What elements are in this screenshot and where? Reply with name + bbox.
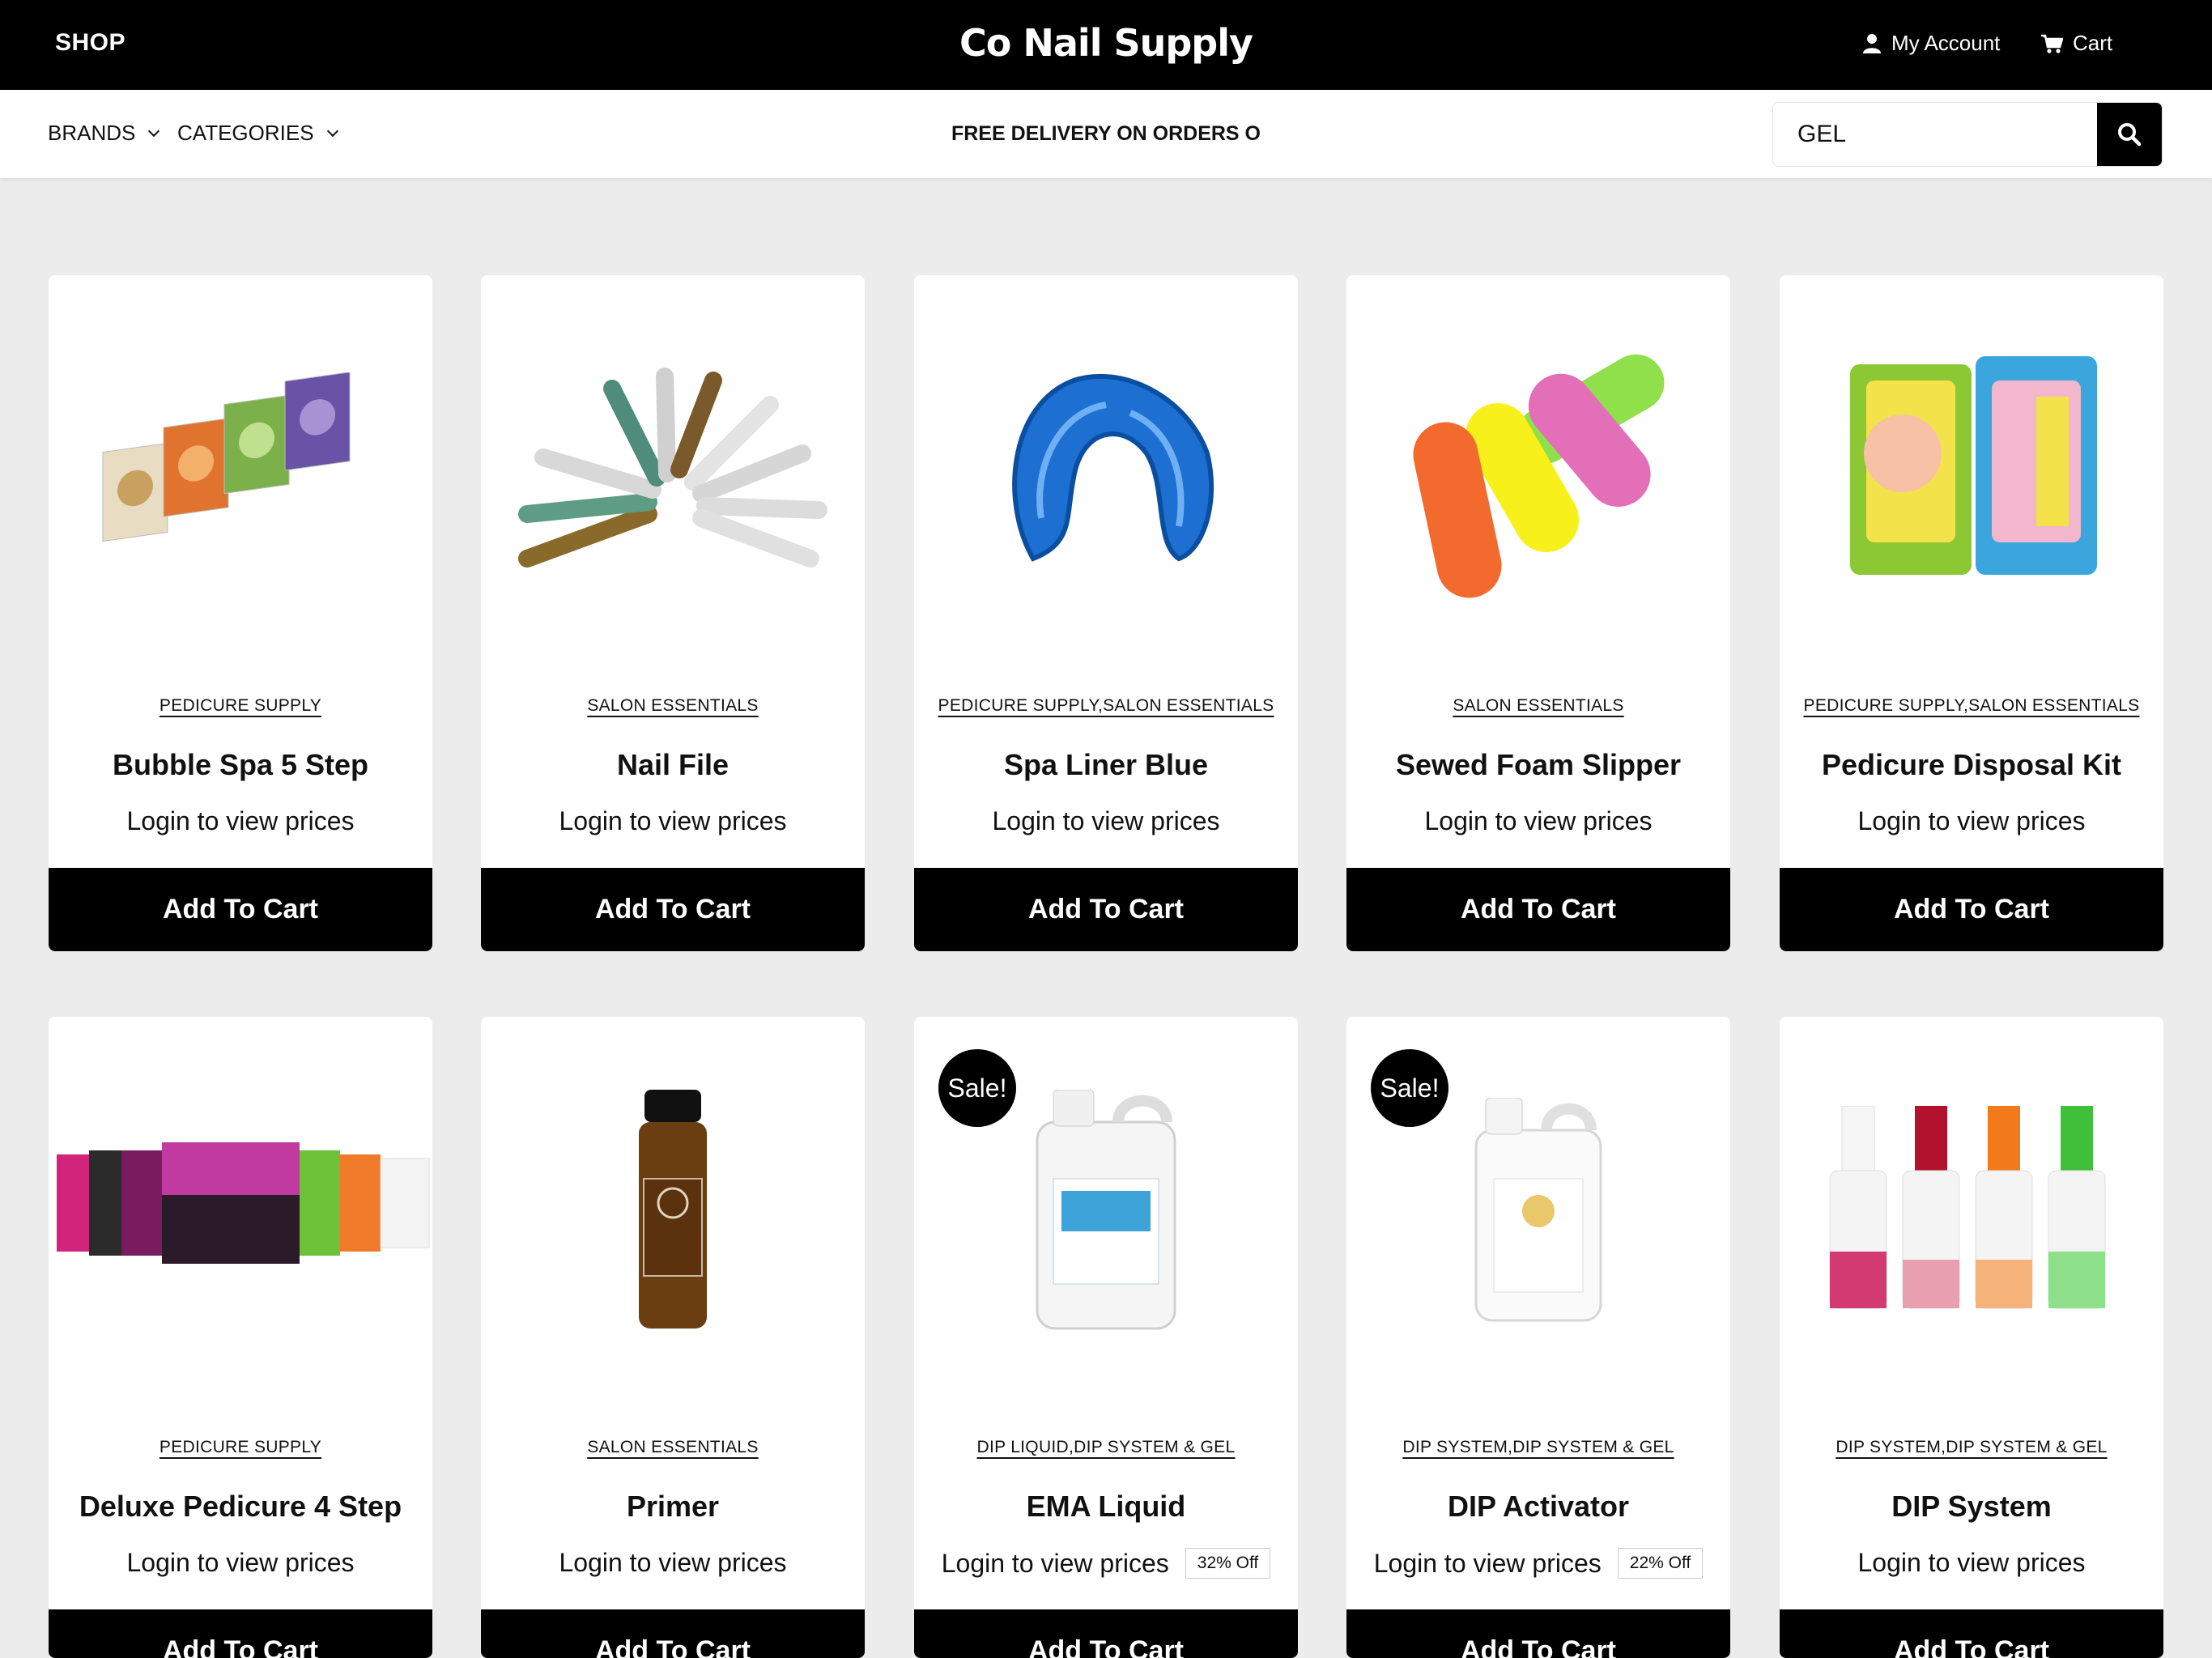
sale-badge: Sale!: [938, 1049, 1016, 1127]
price-row: Login to view prices: [481, 1548, 865, 1578]
product-name[interactable]: Pedicure Disposal Kit: [1780, 748, 2163, 782]
product-name[interactable]: DIP Activator: [1346, 1490, 1730, 1524]
search-button[interactable]: [2097, 103, 2162, 166]
search-icon: [2118, 123, 2142, 147]
product-name[interactable]: Nail File: [481, 748, 865, 782]
spa-liner-image: [1012, 373, 1214, 562]
product-name[interactable]: Primer: [481, 1490, 865, 1524]
product-category[interactable]: DIP SYSTEM,DIP SYSTEM & GEL: [1346, 1438, 1730, 1457]
primer-bottle-image: [639, 1090, 707, 1329]
add-to-cart-button[interactable]: Add To Cart: [49, 868, 432, 951]
pedicure-kit-image: [1850, 356, 2097, 575]
cart-link[interactable]: Cart: [2040, 31, 2112, 56]
product-price: Login to view prices: [1857, 806, 2086, 835]
product-price: Login to view prices: [559, 806, 787, 835]
logo-text[interactable]: Co Nail Supply: [959, 21, 1253, 65]
product-name[interactable]: Spa Liner Blue: [914, 748, 1298, 782]
price-row: Login to view prices: [49, 806, 432, 836]
sale-badge: Sale!: [1371, 1049, 1448, 1127]
product-name[interactable]: Deluxe Pedicure 4 Step: [49, 1490, 432, 1524]
product-category[interactable]: SALON ESSENTIALS: [1346, 696, 1730, 716]
add-to-cart-button[interactable]: Add To Cart: [1346, 1609, 1730, 1658]
cart-icon: [2041, 34, 2063, 53]
product-card[interactable]: PEDICURE SUPPLY Deluxe Pedicure 4 Step L…: [49, 1017, 432, 1658]
discount-badge: 32% Off: [1185, 1548, 1271, 1579]
price-row: Login to view prices: [914, 806, 1298, 836]
add-to-cart-button[interactable]: Add To Cart: [914, 1609, 1298, 1658]
product-card[interactable]: PEDICURE SUPPLY,SALON ESSENTIALS Pedicur…: [1780, 275, 2163, 951]
product-price: Login to view prices: [1424, 806, 1653, 835]
add-to-cart-button[interactable]: Add To Cart: [1346, 868, 1730, 951]
product-price: Login to view prices: [559, 1548, 787, 1577]
product-card[interactable]: PEDICURE SUPPLY Bubble Spa 5 Step Login …: [49, 275, 432, 951]
product-price: Login to view prices: [1373, 1548, 1602, 1578]
product-image[interactable]: [49, 1017, 432, 1405]
product-price: Login to view prices: [126, 1548, 355, 1577]
price-row: Login to view prices: [1780, 806, 2163, 836]
product-price: Login to view prices: [1857, 1548, 2086, 1577]
price-row: Login to view prices: [1346, 806, 1730, 836]
price-row: Login to view prices: [49, 1548, 432, 1578]
product-card[interactable]: Sale! DIP LIQUID,DIP SYSTEM & GEL EMA Li…: [914, 1017, 1298, 1658]
foam-slipper-image: [1413, 354, 1665, 598]
product-card[interactable]: SALON ESSENTIALS Primer Login to view pr…: [481, 1017, 865, 1658]
product-image[interactable]: [49, 275, 432, 664]
search-box: [1772, 102, 2163, 167]
product-category[interactable]: DIP SYSTEM,DIP SYSTEM & GEL: [1780, 1438, 2163, 1457]
product-name[interactable]: Sewed Foam Slipper: [1346, 748, 1730, 782]
product-category[interactable]: DIP LIQUID,DIP SYSTEM & GEL: [914, 1438, 1298, 1457]
product-image[interactable]: [1780, 1017, 2163, 1405]
price-row: Login to view prices 32% Off: [914, 1548, 1298, 1579]
add-to-cart-button[interactable]: Add To Cart: [481, 868, 865, 951]
add-to-cart-button[interactable]: Add To Cart: [1780, 1609, 2163, 1658]
product-card[interactable]: SALON ESSENTIALS Sewed Foam Slipper Logi…: [1346, 275, 1730, 951]
deluxe-pedicure-image: [57, 1142, 430, 1264]
user-icon: [1863, 33, 1881, 53]
price-row: Login to view prices: [1780, 1548, 2163, 1578]
price-row: Login to view prices: [481, 806, 865, 836]
price-row: Login to view prices 22% Off: [1346, 1548, 1730, 1579]
discount-badge: 22% Off: [1617, 1548, 1704, 1579]
ema-liquid-image: [1036, 1090, 1176, 1330]
my-account-label: My Account: [1891, 31, 2001, 55]
product-card[interactable]: SALON ESSENTIALS Nail File Login to view…: [481, 275, 865, 951]
product-category[interactable]: PEDICURE SUPPLY,SALON ESSENTIALS: [914, 696, 1298, 716]
product-image[interactable]: [914, 275, 1298, 664]
product-price: Login to view prices: [992, 806, 1220, 835]
product-name[interactable]: EMA Liquid: [914, 1490, 1298, 1524]
product-category[interactable]: PEDICURE SUPPLY: [49, 1438, 432, 1457]
top-header: SHOP Co Nail Supply My Account Cart: [0, 0, 2212, 90]
bubble-spa-image: [102, 372, 351, 542]
add-to-cart-button[interactable]: Add To Cart: [914, 868, 1298, 951]
product-image[interactable]: [1780, 275, 2163, 664]
product-image[interactable]: [481, 275, 865, 664]
product-name[interactable]: DIP System: [1780, 1490, 2163, 1524]
my-account-link[interactable]: My Account: [1862, 31, 2000, 56]
product-image[interactable]: [481, 1017, 865, 1405]
dip-system-image: [1829, 1106, 2106, 1309]
search-input[interactable]: [1773, 103, 2099, 166]
product-category[interactable]: SALON ESSENTIALS: [481, 1438, 865, 1457]
product-category[interactable]: SALON ESSENTIALS: [481, 696, 865, 716]
product-card[interactable]: PEDICURE SUPPLY,SALON ESSENTIALS Spa Lin…: [914, 275, 1298, 951]
dip-activator-image: [1474, 1098, 1602, 1322]
product-category[interactable]: PEDICURE SUPPLY,SALON ESSENTIALS: [1780, 696, 2163, 716]
product-price: Login to view prices: [941, 1548, 1169, 1578]
product-card[interactable]: DIP SYSTEM,DIP SYSTEM & GEL DIP System L…: [1780, 1017, 2163, 1658]
add-to-cart-button[interactable]: Add To Cart: [481, 1609, 865, 1658]
product-card[interactable]: Sale! DIP SYSTEM,DIP SYSTEM & GEL DIP Ac…: [1346, 1017, 1730, 1658]
product-name[interactable]: Bubble Spa 5 Step: [49, 748, 432, 782]
product-image[interactable]: [1346, 275, 1730, 664]
cart-label: Cart: [2073, 31, 2113, 55]
nail-file-image: [518, 368, 827, 568]
product-category[interactable]: PEDICURE SUPPLY: [49, 696, 432, 716]
add-to-cart-button[interactable]: Add To Cart: [49, 1609, 432, 1658]
add-to-cart-button[interactable]: Add To Cart: [1780, 868, 2163, 951]
product-price: Login to view prices: [126, 806, 355, 835]
